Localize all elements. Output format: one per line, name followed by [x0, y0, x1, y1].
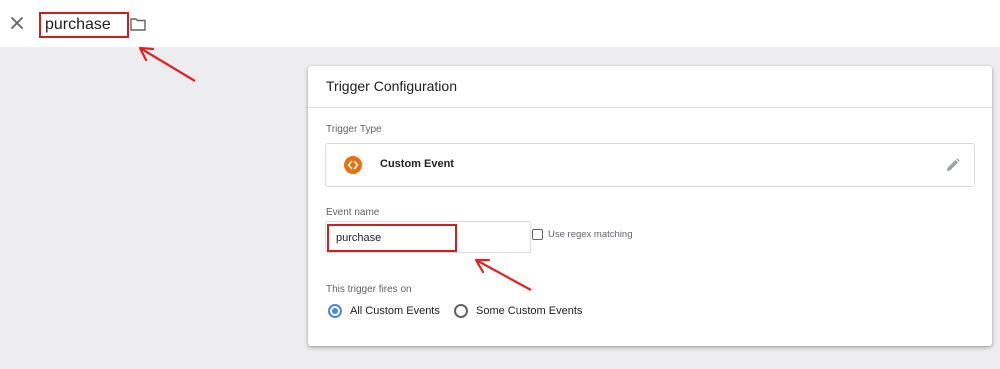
- checkbox-icon[interactable]: [532, 229, 543, 240]
- annotation-arrow: [138, 46, 196, 82]
- trigger-configuration-card: Trigger Configuration Trigger Type Custo…: [308, 66, 992, 346]
- radio-label-all: All Custom Events: [350, 305, 440, 317]
- close-icon[interactable]: [8, 14, 26, 32]
- annotation-arrow-event: [474, 258, 532, 291]
- radio-selected-icon[interactable]: [328, 304, 342, 318]
- card-title: Trigger Configuration: [308, 66, 992, 108]
- folder-icon[interactable]: [130, 17, 146, 31]
- code-brackets-icon: [344, 156, 362, 174]
- trigger-type-name: Custom Event: [380, 158, 454, 170]
- trigger-type-label: Trigger Type: [326, 124, 382, 135]
- fires-on-label: This trigger fires on: [326, 284, 412, 295]
- radio-label-some: Some Custom Events: [476, 305, 583, 317]
- event-name-label: Event name: [326, 207, 380, 218]
- event-name-field[interactable]: purchase: [325, 221, 531, 253]
- radio-some-custom-events[interactable]: Some Custom Events: [454, 304, 582, 318]
- regex-checkbox[interactable]: Use regex matching: [532, 229, 632, 240]
- regex-label: Use regex matching: [548, 229, 633, 240]
- trigger-name-input[interactable]: purchase: [39, 12, 129, 38]
- trigger-type-selector[interactable]: Custom Event: [325, 143, 975, 187]
- radio-unselected-icon[interactable]: [454, 304, 468, 318]
- pencil-icon[interactable]: [946, 158, 960, 172]
- radio-all-custom-events[interactable]: All Custom Events: [328, 304, 440, 318]
- event-name-input[interactable]: purchase: [327, 224, 457, 252]
